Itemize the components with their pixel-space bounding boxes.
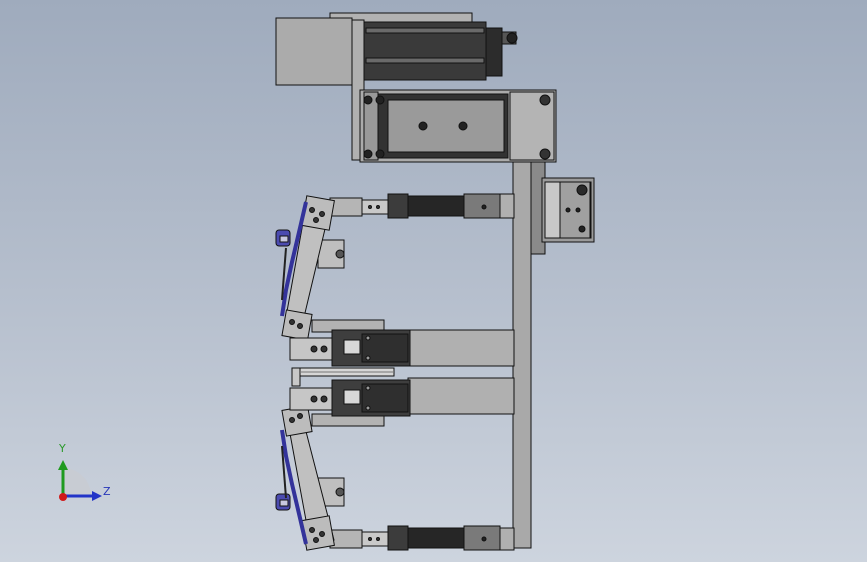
- lower-gripper-arm[interactable]: [281, 405, 363, 551]
- upper-gripper-arm[interactable]: [281, 195, 363, 341]
- cad-model-view[interactable]: [0, 0, 867, 562]
- linear-slide-module[interactable]: [359, 89, 557, 163]
- triad-y-label: Y: [59, 442, 66, 455]
- cylinder-barrel-upper: [407, 195, 465, 217]
- lower-cylinder[interactable]: [359, 525, 501, 551]
- cylinder-barrel-lower: [407, 527, 465, 549]
- triad-z-label: Z: [103, 485, 111, 498]
- rotary-flange[interactable]: [541, 177, 595, 243]
- x-axis-dot: [59, 493, 67, 501]
- orientation-triad: [58, 460, 102, 501]
- upper-clamp-unit[interactable]: [289, 319, 515, 367]
- upper-cylinder[interactable]: [359, 193, 501, 219]
- lower-clamp-unit[interactable]: [289, 377, 515, 427]
- motor-mount-plate: [275, 17, 353, 86]
- graphics-viewport[interactable]: Y Z: [0, 0, 867, 562]
